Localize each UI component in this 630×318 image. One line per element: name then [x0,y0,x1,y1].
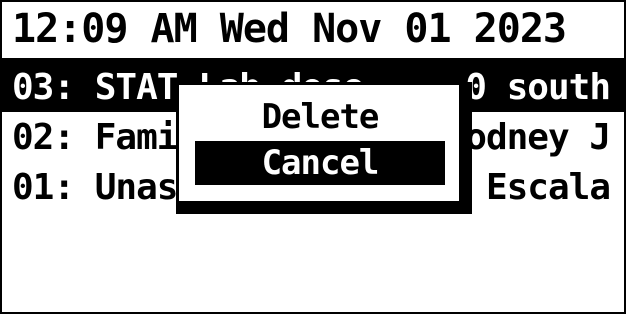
list-item-right: 0 south [465,62,611,112]
context-menu-body: Delete Cancel [176,82,462,204]
context-menu-popup: Delete Cancel [176,82,472,214]
list-item-index: 01: [12,166,75,208]
list-item-location: south [506,66,611,108]
status-spacer [197,6,220,52]
list-item-index: 02: [12,116,75,158]
list-item-right: Escala [485,166,611,208]
calendar-date: Wed Nov 01 2023 [219,6,567,52]
list-item-index: 03: [12,66,75,108]
lcd-screen: 12:09 AM Wed Nov 01 2023 03: STAT Lab do… [0,0,630,318]
cancel-option[interactable]: Cancel [195,141,445,185]
list-item-spacer [74,117,95,158]
delete-option[interactable]: Delete [195,95,445,139]
status-bar: 12:09 AM Wed Nov 01 2023 [2,0,624,58]
list-item-name: Unas [94,166,179,208]
list-item-spacer [74,167,95,208]
list-item-spacer [486,67,507,108]
clock-time: 12:09 AM [12,6,198,52]
list-item-right: odney J [465,116,611,158]
list-item-spacer [74,67,95,108]
